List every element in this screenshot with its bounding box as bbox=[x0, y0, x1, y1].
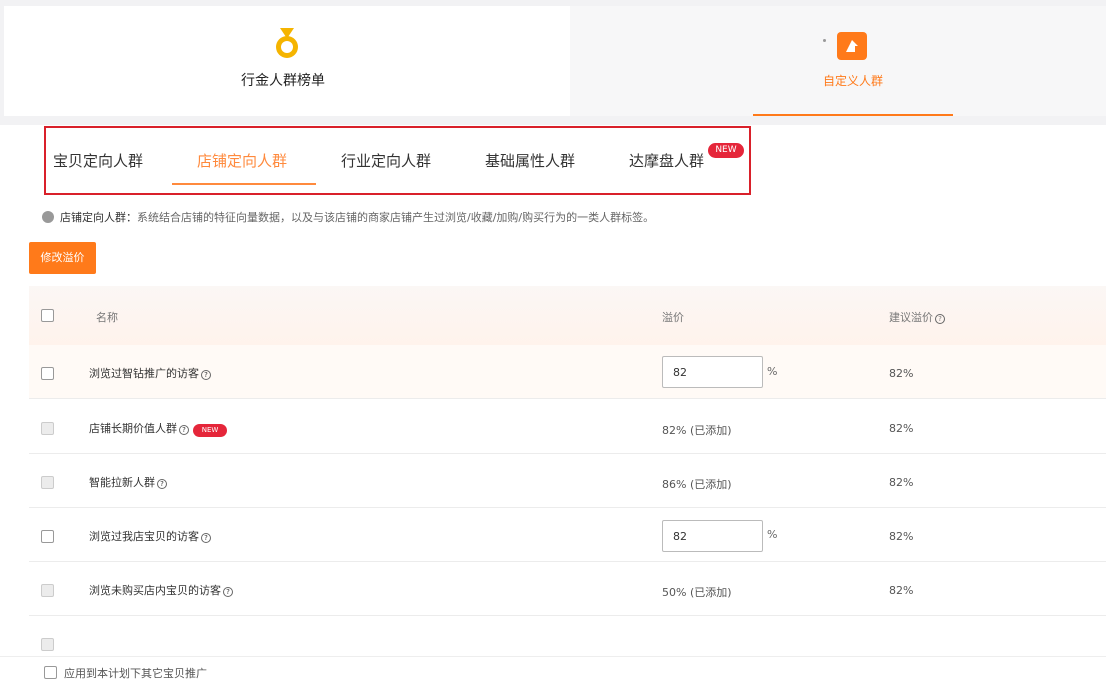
help-icon[interactable]: ? bbox=[223, 587, 233, 597]
industry-ranking-label: 行金人群榜单 bbox=[241, 73, 325, 89]
row-name-text: 智能拉新人群 bbox=[89, 476, 155, 489]
column-header-suggested-label: 建议溢价 bbox=[889, 311, 933, 324]
tab-industry-ranking[interactable] bbox=[4, 6, 570, 116]
row-name-text: 浏览过我店宝贝的访客 bbox=[89, 530, 199, 543]
help-icon[interactable]: ? bbox=[201, 533, 211, 543]
info-text: 系统结合店铺的特征向量数据，以及与该店铺的商家店铺产生过浏览/收藏/加购/购买行… bbox=[137, 211, 655, 224]
new-badge: NEW bbox=[193, 424, 227, 437]
row-name: 浏览过我店宝贝的访客? bbox=[89, 528, 211, 544]
apply-to-plan-label: 应用到本计划下其它宝贝推广 bbox=[64, 667, 207, 680]
tab-basic-attributes[interactable]: 基础属性人群 bbox=[485, 150, 575, 171]
select-all-checkbox[interactable] bbox=[41, 309, 54, 322]
custom-crowd-label: 自定义人群 bbox=[822, 74, 883, 88]
row-checkbox bbox=[41, 638, 54, 651]
row-checkbox bbox=[41, 422, 54, 435]
percent-unit: % bbox=[767, 365, 778, 378]
help-icon[interactable]: ? bbox=[157, 479, 167, 489]
info-title: 店铺定向人群： bbox=[60, 211, 137, 224]
tab-industry-targeting[interactable]: 行业定向人群 bbox=[341, 150, 431, 171]
row-name: 智能拉新人群? bbox=[89, 474, 167, 490]
premium-added: 86% (已添加) bbox=[662, 478, 732, 491]
flag-icon bbox=[837, 32, 867, 60]
row-name-text: 浏览未购买店内宝贝的访客 bbox=[89, 584, 221, 597]
info-line: 店铺定向人群：系统结合店铺的特征向量数据，以及与该店铺的商家店铺产生过浏览/收藏… bbox=[42, 209, 654, 225]
suggested-premium: 82% bbox=[889, 530, 914, 543]
active-tab-underline bbox=[172, 183, 316, 185]
row-checkbox bbox=[41, 584, 54, 597]
info-icon bbox=[42, 211, 54, 223]
suggested-premium: 82% bbox=[889, 584, 914, 597]
tab-store-targeting[interactable]: 店铺定向人群 bbox=[197, 150, 287, 171]
premium-input[interactable] bbox=[662, 520, 763, 552]
premium-input[interactable] bbox=[662, 356, 763, 388]
suggested-premium: 82% bbox=[889, 367, 914, 380]
tab-item-targeting[interactable]: 宝贝定向人群 bbox=[53, 150, 143, 171]
help-icon[interactable]: ? bbox=[179, 425, 189, 435]
column-header-name: 名称 bbox=[96, 311, 118, 324]
new-badge: NEW bbox=[708, 143, 744, 158]
row-name-text: 店铺长期价值人群 bbox=[89, 422, 177, 435]
column-header-suggested: 建议溢价? bbox=[889, 309, 945, 325]
row-name: 店铺长期价值人群? NEW bbox=[89, 420, 227, 437]
suggested-premium: 82% bbox=[889, 422, 914, 435]
batch-modify-premium-button[interactable]: 修改溢价 bbox=[29, 242, 96, 274]
row-name: 浏览过智钻推广的访客? bbox=[89, 365, 211, 381]
active-top-tab-indicator bbox=[753, 114, 953, 116]
apply-to-plan-checkbox[interactable] bbox=[44, 666, 57, 679]
percent-unit: % bbox=[767, 528, 778, 541]
row-checkbox[interactable] bbox=[41, 367, 54, 380]
row-checkbox[interactable] bbox=[41, 530, 54, 543]
help-icon[interactable]: ? bbox=[935, 314, 945, 324]
column-header-premium: 溢价 bbox=[662, 311, 684, 324]
row-name-text: 浏览过智钻推广的访客 bbox=[89, 367, 199, 380]
tab-custom-crowd[interactable] bbox=[570, 6, 1106, 116]
decor-dot bbox=[823, 39, 826, 42]
tab-dmp[interactable]: 达摩盘人群 bbox=[629, 150, 704, 171]
premium-added: 50% (已添加) bbox=[662, 586, 732, 599]
suggested-premium: 82% bbox=[889, 476, 914, 489]
medal-icon bbox=[276, 28, 298, 58]
help-icon[interactable]: ? bbox=[201, 370, 211, 380]
row-name: 浏览未购买店内宝贝的访客? bbox=[89, 582, 233, 598]
premium-added: 82% (已添加) bbox=[662, 424, 732, 437]
row-checkbox bbox=[41, 476, 54, 489]
table-row bbox=[29, 454, 1106, 508]
